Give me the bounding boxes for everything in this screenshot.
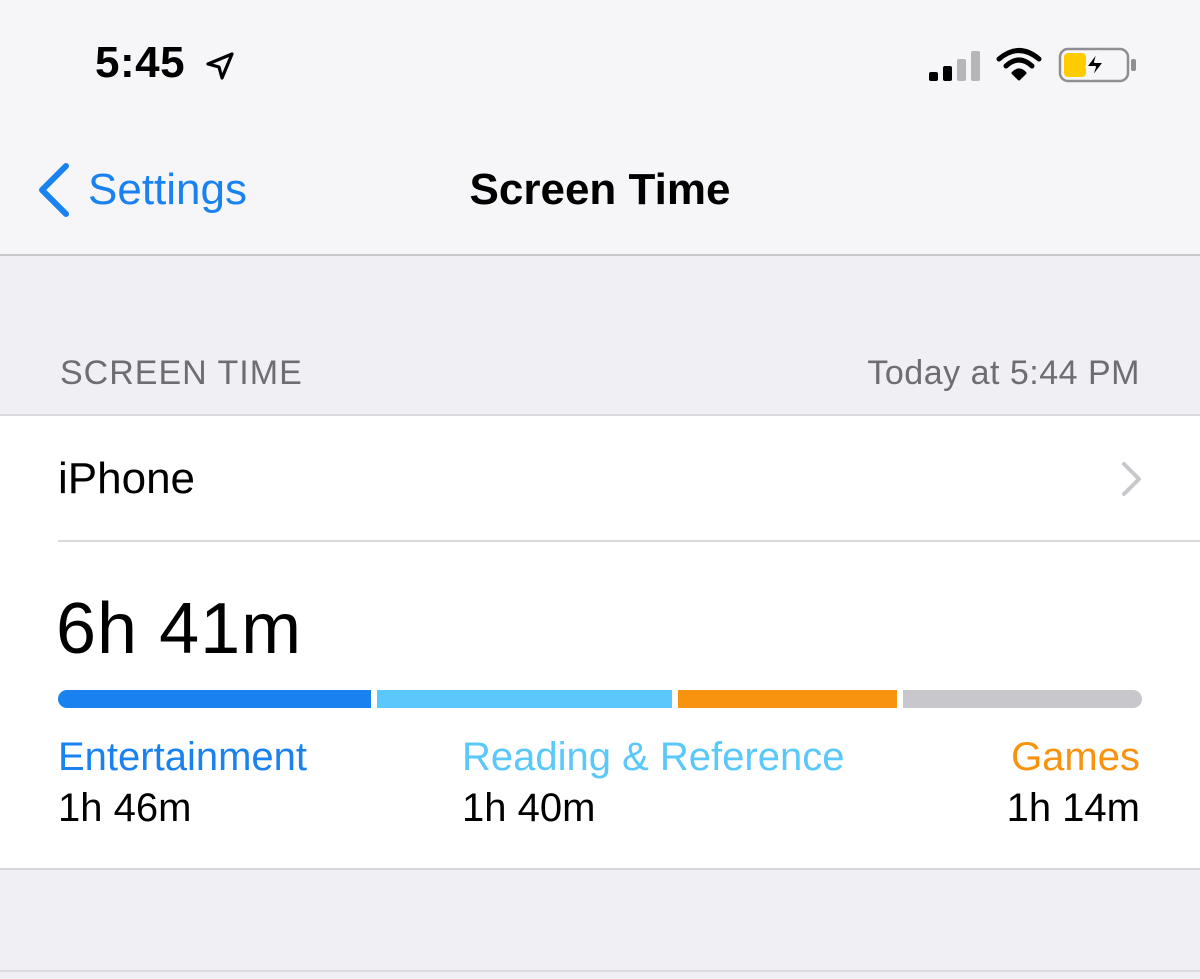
row-divider (58, 540, 1200, 542)
usage-stacked-bar[interactable] (58, 690, 1142, 708)
total-screen-time: 6h 41m (56, 589, 303, 669)
location-arrow-icon (206, 52, 234, 80)
bottom-divider (0, 970, 1200, 972)
category-games: Games 1h 14m (1007, 732, 1140, 834)
usage-segment-reading (377, 690, 673, 708)
device-row-iphone[interactable]: iPhone (0, 416, 1200, 540)
category-time: 1h 14m (1006, 786, 1140, 830)
category-time: 1h 46m (58, 786, 192, 830)
last-updated-label: Today at 5:44 PM (867, 354, 1140, 392)
section-header: SCREEN TIME Today at 5:44 PM (0, 256, 1200, 416)
navigation-bar: Screen Time Settings (0, 130, 1200, 256)
status-bar: 5:45 (0, 0, 1200, 130)
category-name: Entertainment (58, 735, 308, 779)
category-time: 1h 40m (462, 786, 596, 830)
back-button[interactable]: Settings (34, 158, 247, 222)
chevron-right-icon (1122, 462, 1141, 496)
usage-segment-games (678, 690, 897, 708)
status-time: 5:45 (95, 38, 186, 87)
cellular-signal-icon (929, 51, 980, 81)
category-reading-reference: Reading & Reference 1h 40m (462, 732, 844, 834)
wifi-icon (996, 48, 1042, 81)
section-title: SCREEN TIME (60, 354, 303, 392)
battery-charging-icon (1058, 47, 1136, 83)
back-button-label: Settings (88, 165, 247, 214)
screen-time-screen: 5:45 Screen Time Settings SCREEN TIME To… (0, 0, 1200, 979)
chevron-left-icon (39, 163, 69, 217)
usage-card: iPhone 6h 41m Entertainment 1h 46m Readi… (0, 416, 1200, 870)
usage-segment-other (902, 690, 1142, 708)
category-name: Reading & Reference (462, 735, 845, 779)
category-entertainment: Entertainment 1h 46m (58, 732, 307, 834)
device-label: iPhone (58, 454, 196, 503)
category-name: Games (1011, 735, 1140, 779)
usage-segment-entertainment (58, 690, 371, 708)
